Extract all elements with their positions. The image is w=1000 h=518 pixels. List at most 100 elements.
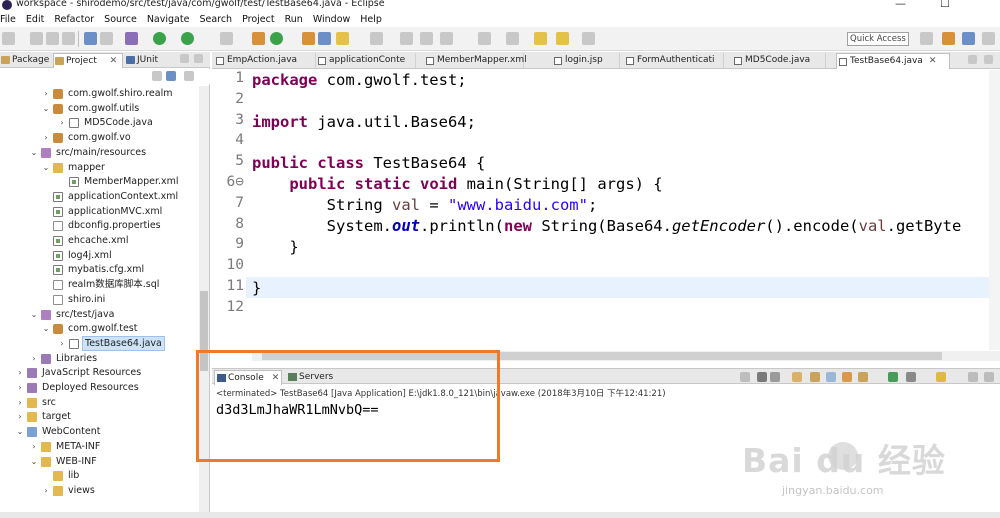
close-icon[interactable]: ✕: [929, 56, 937, 66]
servers-icon[interactable]: [220, 32, 233, 45]
tab-junit[interactable]: JUnit: [125, 53, 173, 68]
annotation-icon[interactable]: [370, 32, 383, 45]
clear-console-icon[interactable]: [792, 372, 802, 382]
code-editor[interactable]: 1 2 3 4 5 6⊖ 7 8 9 10 11 12 package com.gwolf.test;…: [212, 70, 1000, 361]
minimize-view-icon[interactable]: [180, 54, 189, 63]
tree-item[interactable]: › Libraries: [30, 351, 200, 366]
run-icon[interactable]: [153, 32, 166, 45]
tree-item[interactable]: › Deployed Resources: [16, 380, 200, 395]
tab-login-jsp[interactable]: login.jsp: [552, 53, 620, 69]
toggle-mark-icon[interactable]: [100, 32, 113, 45]
tree-item[interactable]: applicationMVC.xml: [42, 204, 200, 219]
back-icon[interactable]: [534, 32, 547, 45]
save-all-icon[interactable]: [46, 32, 59, 45]
menu-run[interactable]: Run: [280, 14, 308, 25]
view-menu-icon[interactable]: [184, 71, 194, 81]
quick-access-input[interactable]: Quick Access: [847, 32, 909, 46]
expand-chevron-icon[interactable]: ›: [16, 380, 24, 395]
debug-perspective-icon[interactable]: [962, 32, 975, 45]
maximize-view-icon[interactable]: [194, 54, 203, 63]
tree-item[interactable]: ⌄ mapper: [42, 160, 200, 175]
tree-item[interactable]: › target: [16, 409, 200, 424]
expand-chevron-icon[interactable]: ›: [16, 395, 24, 410]
open-type-icon[interactable]: [318, 32, 331, 45]
minimize-console-icon[interactable]: [968, 372, 978, 382]
remove-all-icon[interactable]: [770, 372, 780, 382]
save-icon[interactable]: [30, 32, 43, 45]
expand-chevron-icon[interactable]: ⌄: [30, 454, 38, 469]
java-perspective-icon[interactable]: [982, 32, 995, 45]
tree-item[interactable]: lib: [42, 468, 200, 483]
tree-item[interactable]: ehcache.xml: [42, 233, 200, 248]
expand-chevron-icon[interactable]: ›: [30, 439, 38, 454]
expand-chevron-icon[interactable]: ›: [42, 483, 50, 498]
tree-item[interactable]: › META-INF: [30, 439, 200, 454]
maximize-console-icon[interactable]: [984, 372, 994, 382]
expand-chevron-icon[interactable]: ›: [16, 365, 24, 380]
tree-item[interactable]: dbconfig.properties: [42, 218, 200, 233]
next-annotation-icon[interactable]: [478, 32, 491, 45]
tree-item[interactable]: ⌄ com.gwolf.test: [42, 321, 200, 336]
new-class-icon[interactable]: [270, 32, 283, 45]
java-ee-perspective-icon[interactable]: [942, 32, 955, 45]
pin-console-icon[interactable]: [888, 372, 898, 382]
tree-item[interactable]: log4j.xml: [42, 248, 200, 263]
print-icon[interactable]: [62, 32, 75, 45]
expand-chevron-icon[interactable]: ›: [58, 336, 66, 351]
menu-help[interactable]: Help: [355, 14, 387, 25]
tab-md5code[interactable]: MD5Code.java: [732, 53, 826, 69]
tree-item[interactable]: ⌄ WebContent: [16, 424, 200, 439]
expand-chevron-icon[interactable]: ⌄: [42, 160, 50, 175]
show-whitespace-icon[interactable]: [440, 32, 453, 45]
tab-testbase64[interactable]: TestBase64.java ✕: [836, 53, 950, 69]
menu-file[interactable]: File: [0, 14, 21, 25]
minimize-button[interactable]: —: [895, 0, 906, 10]
menu-edit[interactable]: Edit: [21, 14, 49, 25]
next-edit-icon[interactable]: [582, 32, 595, 45]
search-icon[interactable]: [336, 32, 349, 45]
new-package-icon[interactable]: [252, 32, 265, 45]
expand-chevron-icon[interactable]: ›: [16, 409, 24, 424]
debug-icon[interactable]: [125, 32, 138, 45]
expand-chevron-icon[interactable]: ⌄: [42, 101, 50, 116]
tab-formauthentication[interactable]: FormAuthenticati: [624, 53, 724, 69]
menu-project[interactable]: Project: [237, 14, 280, 25]
display-selected-console-icon[interactable]: [906, 372, 916, 382]
tree-item[interactable]: ⌄ com.gwolf.utils: [42, 101, 200, 116]
open-perspective-icon[interactable]: [920, 32, 933, 45]
prev-annotation-icon[interactable]: [506, 32, 519, 45]
tree-item[interactable]: › views: [42, 483, 200, 498]
expand-chevron-icon[interactable]: ⌄: [30, 307, 38, 322]
maximize-button[interactable]: ☐: [940, 0, 950, 10]
format-icon[interactable]: [420, 32, 433, 45]
tree-item[interactable]: ⌄ src/test/java: [30, 307, 200, 322]
new-icon[interactable]: [2, 32, 15, 45]
menu-search[interactable]: Search: [194, 14, 237, 25]
expand-chevron-icon[interactable]: ›: [58, 115, 66, 130]
expand-chevron-icon[interactable]: ⌄: [30, 145, 38, 160]
remove-launch-icon[interactable]: [757, 372, 767, 382]
scroll-lock-icon[interactable]: [810, 372, 820, 382]
close-icon[interactable]: ✕: [110, 56, 118, 66]
word-wrap-icon[interactable]: [826, 372, 836, 382]
expand-chevron-icon[interactable]: ⌄: [16, 424, 24, 439]
run-coverage-icon[interactable]: [181, 32, 194, 45]
editor-overview-ruler[interactable]: [989, 70, 1000, 350]
menu-source[interactable]: Source: [99, 14, 142, 25]
tree-item[interactable]: realm数据库脚本.sql: [42, 277, 200, 292]
tab-applicationcontext[interactable]: applicationConte: [316, 53, 416, 69]
show-on-output-icon[interactable]: [842, 372, 852, 382]
forward-icon[interactable]: [556, 32, 569, 45]
link-with-editor-icon[interactable]: [166, 71, 176, 81]
menu-refactor[interactable]: Refactor: [49, 14, 99, 25]
menu-navigate[interactable]: Navigate: [142, 14, 195, 25]
tree-item[interactable]: › JavaScript Resources: [16, 365, 200, 380]
tab-membermapper[interactable]: MemberMapper.xml: [424, 53, 527, 69]
open-console-icon[interactable]: [936, 372, 946, 382]
expand-chevron-icon[interactable]: ›: [42, 86, 50, 101]
show-on-error-icon[interactable]: [858, 372, 868, 382]
expand-chevron-icon[interactable]: ›: [30, 351, 38, 366]
terminate-icon[interactable]: [740, 372, 750, 382]
tree-item[interactable]: shiro.ini: [42, 292, 200, 307]
tab-project-explorer[interactable]: Project ✕: [53, 53, 123, 68]
